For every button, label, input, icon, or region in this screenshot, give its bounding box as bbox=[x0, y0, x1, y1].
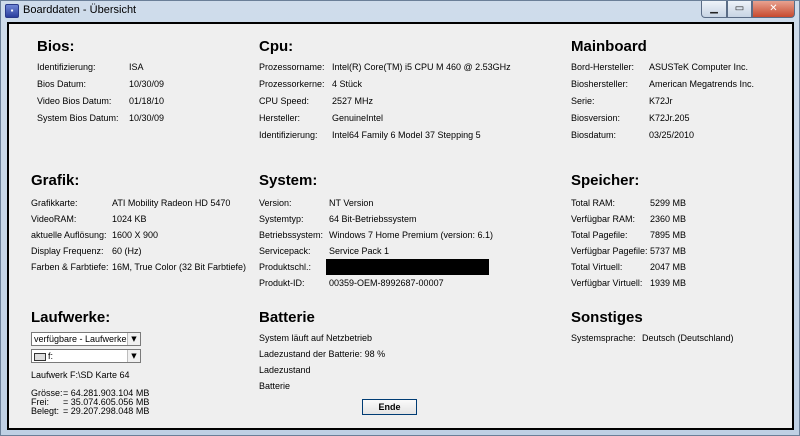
speicher-label: Verfügbar Pagefile: bbox=[571, 246, 648, 256]
chevron-down-icon[interactable]: ▼ bbox=[127, 333, 140, 345]
mainboard-label: Bord-Hersteller: bbox=[571, 62, 635, 72]
system-label: Betriebssystem: bbox=[259, 230, 324, 240]
batterie-heading: Batterie bbox=[259, 309, 315, 326]
grafik-value: ATI Mobility Radeon HD 5470 bbox=[112, 198, 231, 208]
system-label: Servicepack: bbox=[259, 246, 311, 256]
mainboard-value: K72Jr.205 bbox=[649, 113, 690, 123]
bios-label: System Bios Datum: bbox=[37, 113, 119, 123]
cpu-label: Prozessorkerne: bbox=[259, 79, 325, 89]
battery-line: System läuft auf Netzbetrieb bbox=[259, 333, 373, 343]
battery-line: Batterie bbox=[259, 381, 291, 391]
cpu-heading: Cpu: bbox=[259, 38, 294, 55]
cpu-value: Intel64 Family 6 Model 37 Stepping 5 bbox=[332, 130, 481, 140]
speicher-value: 2047 MB bbox=[650, 262, 687, 272]
cpu-value: Intel(R) Core(TM) i5 CPU M 460 @ 2.53GHz bbox=[332, 62, 511, 72]
chevron-down-icon[interactable]: ▼ bbox=[127, 350, 140, 362]
grafik-label: Display Frequenz: bbox=[31, 246, 104, 256]
client-area: Bios: Identifizierung: ISA Bios Datum: 1… bbox=[7, 22, 794, 430]
main-window: ▪ Boarddaten - Übersicht ▁ ▭ ✕ Bios: Ide… bbox=[0, 0, 800, 436]
grafik-value: 60 (Hz) bbox=[112, 246, 142, 256]
cpu-label: Hersteller: bbox=[259, 113, 301, 123]
close-button[interactable]: ✕ bbox=[752, 1, 795, 18]
cpu-label: Identifizierung: bbox=[259, 130, 318, 140]
grafik-value: 1024 KB bbox=[112, 214, 147, 224]
speicher-value: 7895 MB bbox=[650, 230, 687, 240]
info-panel: Bios: Identifizierung: ISA Bios Datum: 1… bbox=[9, 24, 792, 428]
sonstiges-heading: Sonstiges bbox=[571, 309, 643, 326]
system-heading: System: bbox=[259, 172, 318, 189]
window-title: Boarddaten - Übersicht bbox=[23, 4, 137, 16]
mainboard-label: Biosdatum: bbox=[571, 130, 617, 140]
laufwerke-heading: Laufwerke: bbox=[31, 309, 111, 326]
bios-value: 10/30/09 bbox=[129, 79, 165, 89]
mainboard-label: Serie: bbox=[571, 96, 595, 106]
speicher-label: Verfügbar RAM: bbox=[571, 214, 636, 224]
drive-label: Laufwerk F:\SD Karte 64 bbox=[31, 370, 130, 380]
sonstiges-label: Systemsprache: bbox=[571, 333, 636, 343]
system-label: Produkt-ID: bbox=[259, 278, 305, 288]
speicher-value: 5299 MB bbox=[650, 198, 687, 208]
bios-label: Identifizierung: bbox=[37, 62, 96, 72]
mainboard-value: American Megatrends Inc. bbox=[649, 79, 755, 89]
window-controls: ▁ ▭ ✕ bbox=[701, 1, 795, 19]
cpu-value: 4 Stück bbox=[332, 79, 363, 89]
grafik-value: 16M, True Color (32 Bit Farbtiefe) bbox=[112, 262, 247, 272]
bios-heading: Bios: bbox=[37, 38, 75, 55]
app-icon: ▪ bbox=[5, 4, 19, 18]
bios-label: Bios Datum: bbox=[37, 79, 87, 89]
system-value: Service Pack 1 bbox=[329, 246, 390, 256]
mainboard-value: K72Jr bbox=[649, 96, 673, 106]
mainboard-label: Bioshersteller: bbox=[571, 79, 629, 89]
speicher-value: 2360 MB bbox=[650, 214, 687, 224]
speicher-heading: Speicher: bbox=[571, 172, 640, 189]
maximize-button[interactable]: ▭ bbox=[727, 1, 752, 18]
bios-label: Video Bios Datum: bbox=[37, 96, 112, 106]
drive-value: f: bbox=[48, 351, 54, 361]
grafik-label: VideoRAM: bbox=[31, 214, 77, 224]
title-bar[interactable]: ▪ Boarddaten - Übersicht ▁ ▭ ✕ bbox=[1, 1, 799, 21]
speicher-label: Total RAM: bbox=[571, 198, 616, 208]
ende-button[interactable]: Ende bbox=[362, 399, 417, 415]
bios-value: 10/30/09 bbox=[129, 113, 165, 123]
system-value: Windows 7 Home Premium (version: 6.1) bbox=[329, 230, 494, 240]
drive-size-label: Belegt: bbox=[31, 406, 60, 416]
mainboard-label: Biosversion: bbox=[571, 113, 621, 123]
speicher-label: Verfügbar Virtuell: bbox=[571, 278, 643, 288]
bios-value: ISA bbox=[129, 62, 144, 72]
battery-line: Ladezustand bbox=[259, 365, 311, 375]
speicher-value: 1939 MB bbox=[650, 278, 687, 288]
system-value: 64 Bit-Betriebssystem bbox=[329, 214, 417, 224]
bios-value: 01/18/10 bbox=[129, 96, 165, 106]
cpu-value: GenuineIntel bbox=[332, 113, 384, 123]
cpu-label: CPU Speed: bbox=[259, 96, 310, 106]
drive-size-value: = 29.207.298.048 MB bbox=[63, 406, 150, 416]
mainboard-value: ASUSTeK Computer Inc. bbox=[649, 62, 749, 72]
cpu-value: 2527 MHz bbox=[332, 96, 374, 106]
system-value: NT Version bbox=[329, 198, 374, 208]
speicher-value: 5737 MB bbox=[650, 246, 687, 256]
grafik-label: Farben & Farbtiefe: bbox=[31, 262, 109, 272]
system-label: Systemtyp: bbox=[259, 214, 304, 224]
mainboard-heading: Mainboard bbox=[571, 38, 647, 55]
drive-type-value: verfügbare - Laufwerke bbox=[34, 334, 127, 344]
drive-type-select[interactable]: verfügbare - Laufwerke ▼ bbox=[31, 332, 141, 346]
mainboard-value: 03/25/2010 bbox=[649, 130, 695, 140]
system-label: Version: bbox=[259, 198, 292, 208]
sonstiges-value: Deutsch (Deutschland) bbox=[642, 333, 734, 343]
speicher-label: Total Pagefile: bbox=[571, 230, 628, 240]
drive-icon bbox=[34, 352, 46, 361]
system-value: 00359-OEM-8992687-00007 bbox=[329, 278, 444, 288]
grafik-heading: Grafik: bbox=[31, 172, 80, 189]
speicher-label: Total Virtuell: bbox=[571, 262, 623, 272]
product-key-redacted bbox=[326, 259, 489, 275]
drive-select[interactable]: f: ▼ bbox=[31, 349, 141, 363]
grafik-label: Grafikkarte: bbox=[31, 198, 78, 208]
cpu-label: Prozessorname: bbox=[259, 62, 325, 72]
grafik-value: 1600 X 900 bbox=[112, 230, 159, 240]
grafik-label: aktuelle Auflösung: bbox=[31, 230, 107, 240]
minimize-button[interactable]: ▁ bbox=[701, 1, 727, 18]
battery-line: Ladezustand der Batterie: 98 % bbox=[259, 349, 386, 359]
system-label: Produktschl.: bbox=[259, 262, 312, 272]
